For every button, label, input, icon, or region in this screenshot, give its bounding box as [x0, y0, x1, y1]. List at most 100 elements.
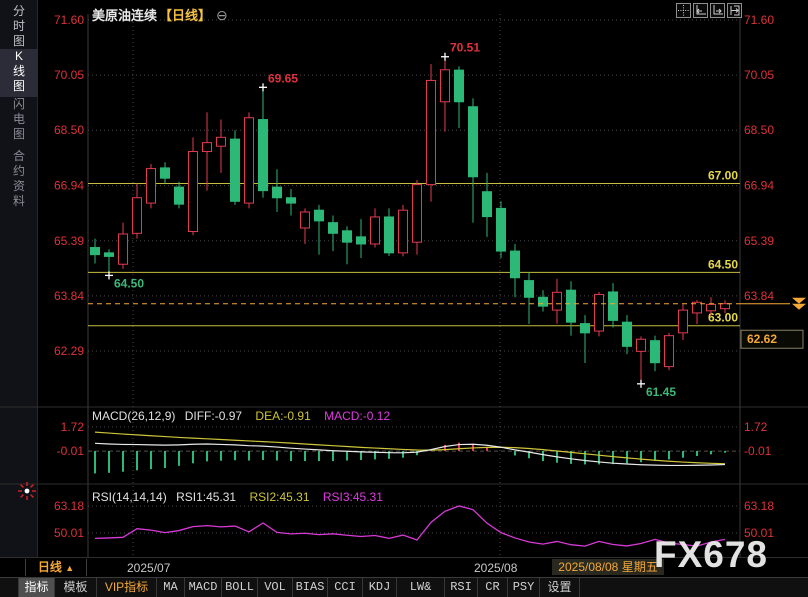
period-label: 日线: [38, 560, 62, 574]
crosshair-icon[interactable]: [676, 3, 691, 18]
macd-axis-label-left: 1.72: [61, 420, 85, 434]
tab-kdj[interactable]: KDJ: [363, 578, 397, 597]
macd-axis-label-left: -0.01: [57, 444, 85, 458]
candle-down: [259, 89, 268, 197]
price-axis-label-left: 71.60: [54, 13, 84, 27]
candle-down: [525, 272, 534, 324]
price-annotation: 61.45: [646, 385, 676, 399]
tab-lwr[interactable]: LW&: [397, 578, 445, 597]
candle-up: [217, 120, 226, 173]
current-date-label: 2025/08/08 星期五: [552, 559, 664, 575]
candle-up: [665, 333, 674, 370]
candle-down: [539, 290, 548, 311]
period-selector[interactable]: 日线 ▲: [25, 559, 87, 576]
axis-scale-right-icon[interactable]: [710, 3, 725, 18]
candle-down: [651, 336, 660, 372]
rsi-name-label: RSI(14,14,14): [92, 490, 167, 504]
pane-shift-icon[interactable]: [727, 3, 742, 18]
rsi-line: [95, 506, 725, 546]
candle-up: [413, 180, 422, 255]
candle-down: [455, 66, 464, 128]
candle-down: [385, 208, 394, 256]
candle-up: [301, 208, 310, 244]
macd-axis-label-right: 1.72: [744, 420, 768, 434]
tab-rsi[interactable]: RSI: [445, 578, 478, 597]
candle-up: [133, 184, 142, 239]
macd-name-label: MACD(26,12,9): [92, 409, 175, 423]
candle-down: [273, 169, 282, 212]
candle-up: [245, 112, 254, 208]
candle-down: [105, 249, 114, 272]
axis-scale-left-icon[interactable]: [693, 3, 708, 18]
candle-up: [427, 64, 436, 202]
chart-canvas[interactable]: 71.6070.0568.5066.9465.3963.8462.2971.60…: [0, 0, 808, 597]
candle-up: [553, 279, 562, 324]
macd-diff-value: DIFF:-0.97: [185, 409, 242, 423]
price-axis-label-left: 70.05: [54, 68, 84, 82]
price-axis-label-left: 68.50: [54, 123, 84, 137]
candle-down: [329, 216, 338, 252]
rsi2-value: RSI2:45.31: [249, 490, 309, 504]
price-axis-label-left: 65.39: [54, 234, 84, 248]
candle-down: [357, 219, 366, 258]
tab-indicator[interactable]: 指标: [18, 578, 55, 597]
candle-up: [595, 292, 604, 336]
candle-down: [623, 315, 632, 354]
period-tag: 【日线】: [159, 8, 211, 23]
candle-down: [175, 182, 184, 209]
price-axis-label-left: 63.84: [54, 289, 84, 303]
extreme-cross-icon: [637, 380, 645, 388]
tab-settings[interactable]: 设置: [540, 578, 580, 597]
tab-boll[interactable]: BOLL: [222, 578, 258, 597]
rsi1-value: RSI1:45.31: [176, 490, 236, 504]
candle-down: [511, 244, 520, 297]
macd-macd-value: MACD:-0.12: [324, 409, 390, 423]
price-axis-label-right: 66.94: [744, 179, 774, 193]
candle-up: [441, 59, 450, 132]
scroll-to-latest-icon[interactable]: [792, 304, 806, 310]
price-level-label: 64.50: [708, 257, 738, 271]
candle-up: [371, 208, 380, 247]
price-annotation: 70.51: [450, 41, 480, 55]
price-axis-label-right: 63.84: [744, 289, 774, 303]
candle-down: [483, 173, 492, 237]
price-axis-label-left: 62.29: [54, 344, 84, 358]
price-annotation: 69.65: [268, 71, 298, 85]
indicator-tab-bar: 指标模板VIP指标MAMACDBOLLVOLBIASCCIKDJLW&RSICR…: [0, 577, 808, 597]
tab-macd[interactable]: MACD: [185, 578, 222, 597]
time-tick-aug: 2025/08: [474, 561, 517, 575]
rsi-axis-label-right: 50.01: [744, 526, 774, 540]
candle-up: [399, 205, 408, 257]
candle-down: [609, 283, 618, 327]
chart-title-bar: 美原油连续【日线】⊖: [92, 5, 228, 24]
candle-down: [497, 201, 506, 258]
candle-up: [189, 137, 198, 235]
rsi-axis-label-left: 63.18: [54, 499, 84, 513]
tab-vip-indicator[interactable]: VIP指标: [97, 578, 157, 597]
macd-diff-line: [95, 443, 725, 465]
extreme-cross-icon: [259, 83, 267, 91]
rsi3-value: RSI3:45.31: [323, 490, 383, 504]
candle-down: [469, 98, 478, 222]
rsi-axis-label-left: 50.01: [54, 526, 84, 540]
tab-cr[interactable]: CR: [478, 578, 508, 597]
tab-vol[interactable]: VOL: [258, 578, 293, 597]
rsi-header: RSI(14,14,14) RSI1:45.31 RSI2:45.31 RSI3…: [92, 490, 383, 504]
live-dot-icon: [17, 481, 37, 501]
candle-up: [637, 336, 646, 380]
zoom-out-icon[interactable]: ⊖: [216, 7, 228, 23]
time-axis-row: 日线 ▲ 2025/07 2025/08 2025/08/08 星期五: [0, 557, 808, 577]
tab-psy[interactable]: PSY: [508, 578, 540, 597]
price-axis-label-right: 68.50: [744, 123, 774, 137]
tab-bias[interactable]: BIAS: [293, 578, 328, 597]
app-window: 分时图K线图闪电图合约资料 71.6070.0568.5066.9465.396…: [0, 0, 808, 597]
time-tick-jul: 2025/07: [127, 561, 170, 575]
price-axis-label-right: 70.05: [744, 68, 774, 82]
scroll-to-latest-icon[interactable]: [792, 298, 806, 304]
tab-template[interactable]: 模板: [55, 578, 97, 597]
candle-up: [203, 112, 212, 190]
extreme-cross-icon: [441, 53, 449, 61]
tab-ma[interactable]: MA: [157, 578, 185, 597]
price-axis-label-right: 65.39: [744, 234, 774, 248]
tab-cci[interactable]: CCI: [328, 578, 363, 597]
